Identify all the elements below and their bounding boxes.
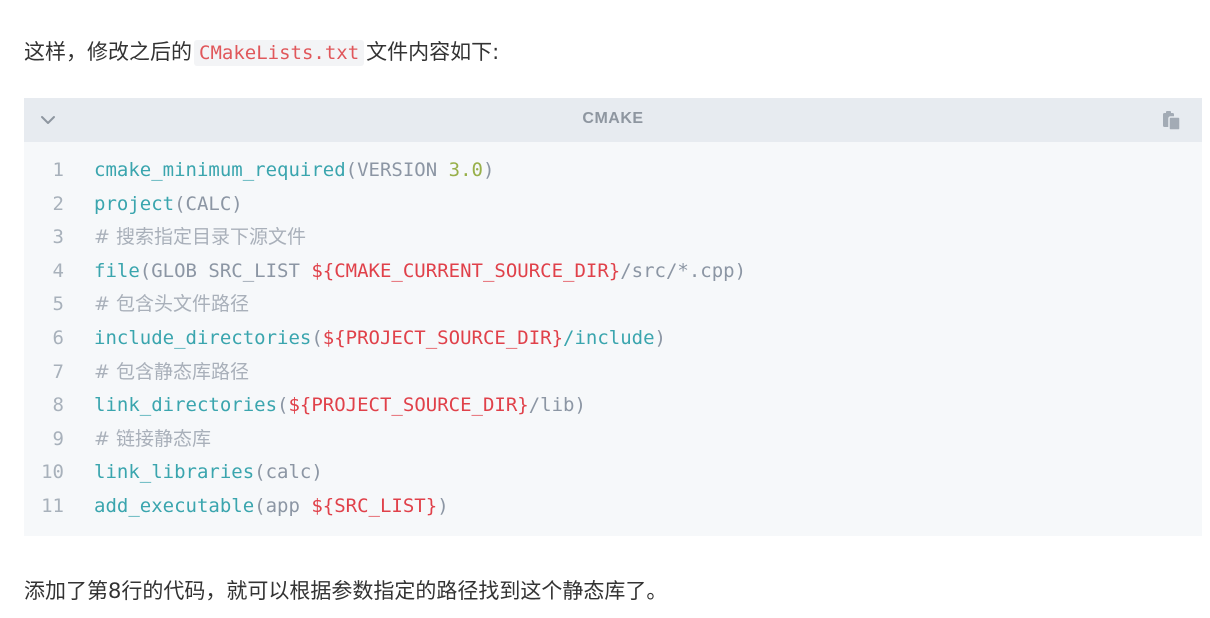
intro-text-before: 这样，修改之后的 — [24, 40, 192, 64]
line-number: 11 — [41, 494, 64, 517]
code-token: 3.0 — [448, 159, 483, 181]
code-language-label: CMAKE — [582, 110, 644, 127]
code-token: ${SRC_LIST} — [311, 494, 438, 517]
code-line: 1 cmake_minimum_required(VERSION 3.0) — [24, 154, 1202, 188]
code-token: # 搜索指定目录下源文件 — [94, 226, 306, 249]
code-token: ${PROJECT_SOURCE_DIR} — [288, 394, 529, 417]
code-body: 1 cmake_minimum_required(VERSION 3.0) 2 pro… — [24, 154, 1202, 524]
code-token: /lib) — [528, 394, 586, 417]
code-token: ) — [437, 494, 449, 517]
code-token: ( — [311, 326, 323, 349]
outro-paragraph: 添加了第8行的代码，就可以根据参数指定的路径找到这个静态库了。 — [24, 579, 668, 603]
line-number: 4 — [52, 259, 64, 282]
code-line: 11 add_executable(app ${SRC_LIST}) — [24, 490, 1202, 524]
code-line: 10 link_libraries(calc) — [24, 456, 1202, 490]
code-token: ${PROJECT_SOURCE_DIR} — [322, 326, 564, 349]
code-token: /include — [563, 326, 655, 349]
code-token: (GLOB SRC_LIST — [139, 259, 312, 282]
code-token: add_executable — [94, 494, 255, 517]
copy-icon — [1163, 111, 1181, 131]
code-token: ) — [482, 159, 495, 181]
code-line: 2 project(CALC) — [24, 188, 1202, 222]
code-token: # 包含静态库路径 — [94, 360, 249, 383]
code-line: 9 # 链接静态库 — [24, 423, 1202, 457]
code-token: # 包含头文件路径 — [94, 293, 249, 316]
code-line: 6 include_directories(${PROJECT_SOURCE_DI… — [24, 322, 1202, 356]
code-token: ( — [277, 394, 289, 417]
code-line: 8 link_directories(${PROJECT_SOURCE_DIR}/… — [24, 389, 1202, 423]
code-token: /src/*.cpp) — [620, 259, 747, 282]
code-token: (CALC) — [174, 192, 243, 215]
code-line: 3 # 搜索指定目录下源文件 — [24, 221, 1202, 255]
code-token: include_directories — [94, 326, 312, 349]
code-token: (VERSION — [345, 159, 449, 181]
code-token: link_directories — [94, 394, 278, 417]
line-number: 1 — [52, 159, 64, 181]
code-token: (app — [254, 494, 312, 517]
code-token: ${CMAKE_CURRENT_SOURCE_DIR} — [311, 259, 621, 282]
code-block: CMAKE 1 cmake_minimum_required(VERSION 3.… — [24, 98, 1202, 536]
code-token: project — [94, 192, 175, 215]
line-number: 3 — [52, 226, 64, 249]
code-token: link_libraries — [94, 461, 255, 484]
copy-button[interactable] — [1160, 108, 1184, 132]
code-line: 5 # 包含头文件路径 — [24, 288, 1202, 322]
code-block-header: CMAKE — [24, 98, 1202, 142]
line-number: 5 — [52, 293, 64, 316]
code-token: cmake_minimum_required — [94, 159, 346, 181]
intro-paragraph: 这样，修改之后的 CMakeLists.txt 文件内容如下: — [24, 34, 499, 71]
code-line: 7 # 包含静态库路径 — [24, 356, 1202, 390]
line-number: 9 — [52, 427, 64, 450]
code-token: # 链接静态库 — [94, 427, 211, 450]
line-number: 10 — [41, 461, 64, 484]
code-token: ) — [654, 326, 666, 349]
code-token: file — [94, 259, 140, 282]
line-number: 2 — [52, 192, 64, 215]
code-token: (calc) — [254, 461, 323, 484]
line-number: 6 — [52, 326, 64, 349]
inline-code-filename: CMakeLists.txt — [194, 40, 365, 66]
code-line: 4 file(GLOB SRC_LIST ${CMAKE_CURRENT_SOUR… — [24, 255, 1202, 289]
intro-text-after: 文件内容如下: — [366, 40, 500, 64]
line-number: 7 — [52, 360, 64, 383]
line-number: 8 — [52, 394, 64, 417]
